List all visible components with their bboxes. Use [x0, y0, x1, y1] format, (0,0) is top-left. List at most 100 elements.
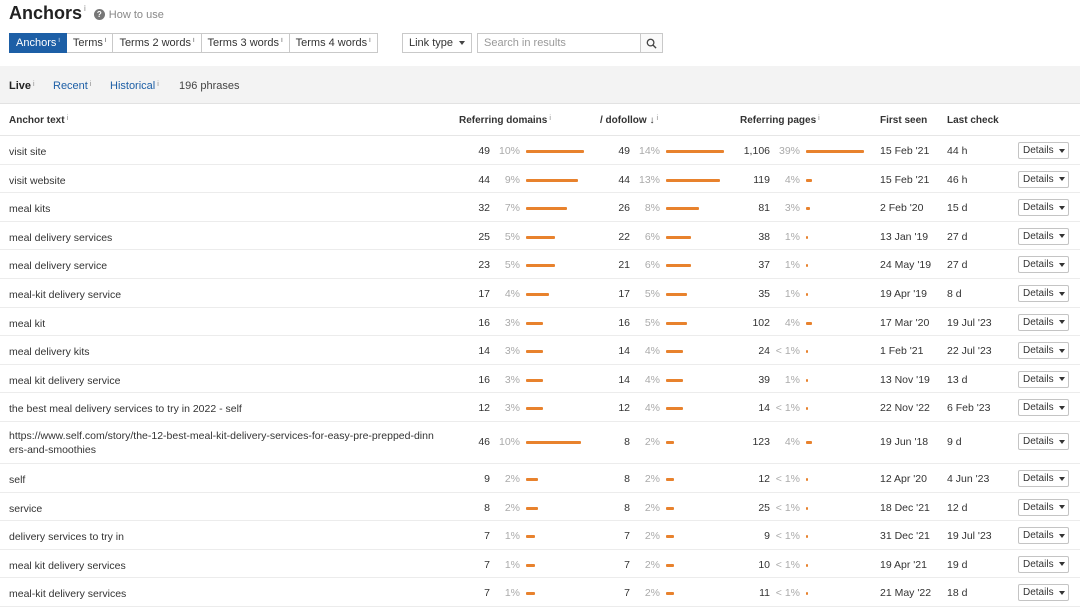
referring-domains-value[interactable]: 7	[430, 559, 490, 571]
anchor-text[interactable]: delivery services to try in	[9, 530, 449, 544]
details-dropdown[interactable]: Details	[1018, 555, 1069, 573]
last-check-value: 19 Jul '23	[947, 316, 992, 329]
dofollow-value[interactable]: 17	[570, 288, 630, 300]
referring-pages-value[interactable]: 35	[710, 288, 770, 300]
anchor-text[interactable]: meal-kit delivery service	[9, 288, 449, 302]
details-dropdown[interactable]: Details	[1018, 313, 1069, 331]
anchor-text[interactable]: service	[9, 502, 449, 516]
tab-terms[interactable]: Terms i	[66, 33, 114, 53]
dofollow-value[interactable]: 26	[570, 202, 630, 214]
details-dropdown[interactable]: Details	[1018, 256, 1069, 274]
tab-terms-2-words[interactable]: Terms 2 words i	[113, 33, 202, 53]
dofollow-value[interactable]: 8	[570, 473, 630, 485]
anchor-text[interactable]: meal delivery service	[9, 259, 449, 273]
referring-pages-value[interactable]: 123	[710, 436, 770, 448]
details-dropdown[interactable]: Details	[1018, 342, 1069, 360]
referring-pages-value[interactable]: 81	[710, 202, 770, 214]
details-dropdown[interactable]: Details	[1018, 527, 1069, 545]
subtab-historical[interactable]: Historical i	[110, 80, 159, 92]
referring-pages-value[interactable]: 11	[710, 587, 770, 599]
details-dropdown[interactable]: Details	[1018, 470, 1069, 487]
anchor-text[interactable]: meal-kit delivery services	[9, 587, 449, 601]
anchor-text[interactable]: the best meal delivery services to try i…	[9, 402, 449, 416]
dofollow-value[interactable]: 44	[570, 174, 630, 186]
dofollow-value[interactable]: 8	[570, 436, 630, 448]
dofollow-value[interactable]: 7	[570, 559, 630, 571]
referring-pages-value[interactable]: 39	[710, 374, 770, 386]
dofollow-value[interactable]: 12	[570, 402, 630, 414]
anchor-text[interactable]: meal kit delivery services	[9, 559, 449, 573]
dofollow-value[interactable]: 7	[570, 530, 630, 542]
subtab-live[interactable]: Live i	[9, 80, 35, 92]
referring-domains-value[interactable]: 17	[430, 288, 490, 300]
anchor-text[interactable]: visit website	[9, 174, 449, 188]
referring-domains-value[interactable]: 7	[430, 587, 490, 599]
referring-pages-value[interactable]: 1,106	[710, 145, 770, 157]
referring-pages-value[interactable]: 102	[710, 317, 770, 329]
details-dropdown[interactable]: Details	[1018, 370, 1069, 388]
referring-domains-value[interactable]: 25	[430, 231, 490, 243]
col-referring-pages[interactable]: Referring pages i	[740, 115, 820, 126]
tab-terms-4-words[interactable]: Terms 4 words i	[289, 33, 378, 53]
referring-domains-value[interactable]: 23	[430, 259, 490, 271]
link-type-dropdown[interactable]: Link type	[402, 33, 472, 53]
referring-pages-value[interactable]: 12	[710, 473, 770, 485]
col-last-check[interactable]: Last check	[947, 115, 999, 126]
referring-pages-value[interactable]: 37	[710, 259, 770, 271]
anchor-text[interactable]: visit site	[9, 145, 449, 159]
search-input[interactable]	[478, 34, 640, 52]
subtab-recent[interactable]: Recent i	[53, 80, 91, 92]
anchor-text[interactable]: meal kits	[9, 202, 449, 216]
referring-pages-value[interactable]: 9	[710, 530, 770, 542]
referring-domains-value[interactable]: 12	[430, 402, 490, 414]
referring-domains-value[interactable]: 14	[430, 345, 490, 357]
referring-pages-value[interactable]: 119	[710, 174, 770, 186]
referring-domains-value[interactable]: 46	[430, 436, 490, 448]
referring-domains-value[interactable]: 16	[430, 374, 490, 386]
anchor-text[interactable]: meal delivery services	[9, 231, 449, 245]
referring-domains-value[interactable]: 32	[430, 202, 490, 214]
referring-domains-value[interactable]: 7	[430, 530, 490, 542]
dofollow-value[interactable]: 16	[570, 317, 630, 329]
col-referring-domains[interactable]: Referring domains i	[459, 115, 551, 126]
referring-domains-value[interactable]: 16	[430, 317, 490, 329]
referring-pages-value[interactable]: 10	[710, 559, 770, 571]
referring-pages-value[interactable]: 38	[710, 231, 770, 243]
col-dofollow[interactable]: / dofollow ↓ i	[600, 115, 658, 126]
referring-domains-value[interactable]: 49	[430, 145, 490, 157]
details-dropdown[interactable]: Details	[1018, 399, 1069, 417]
details-dropdown[interactable]: Details	[1018, 170, 1069, 188]
referring-pages-value[interactable]: 14	[710, 402, 770, 414]
col-anchor-text[interactable]: Anchor text i	[9, 115, 68, 126]
details-dropdown[interactable]: Details	[1018, 227, 1069, 245]
dofollow-value[interactable]: 14	[570, 374, 630, 386]
referring-domains-value[interactable]: 9	[430, 473, 490, 485]
anchor-text[interactable]: meal kit	[9, 317, 449, 331]
how-to-use-link[interactable]: ? How to use	[93, 9, 164, 21]
info-icon[interactable]: i	[84, 4, 86, 13]
anchor-text[interactable]: meal delivery kits	[9, 345, 449, 359]
details-dropdown[interactable]: Details	[1018, 142, 1069, 159]
tab-terms-3-words[interactable]: Terms 3 words i	[201, 33, 290, 53]
referring-domains-value[interactable]: 44	[430, 174, 490, 186]
referring-pages-value[interactable]: 25	[710, 502, 770, 514]
anchor-text[interactable]: https://www.self.com/story/the-12-best-m…	[9, 429, 449, 457]
dofollow-value[interactable]: 8	[570, 502, 630, 514]
dofollow-value[interactable]: 7	[570, 587, 630, 599]
anchor-text[interactable]: meal kit delivery service	[9, 374, 449, 388]
details-dropdown[interactable]: Details	[1018, 199, 1069, 217]
details-dropdown[interactable]: Details	[1018, 584, 1069, 602]
referring-pages-value[interactable]: 24	[710, 345, 770, 357]
details-dropdown[interactable]: Details	[1018, 498, 1069, 516]
dofollow-value[interactable]: 21	[570, 259, 630, 271]
dofollow-value[interactable]: 49	[570, 145, 630, 157]
details-dropdown[interactable]: Details	[1018, 433, 1069, 450]
search-button[interactable]	[640, 34, 662, 52]
details-dropdown[interactable]: Details	[1018, 285, 1069, 302]
anchor-text[interactable]: self	[9, 473, 449, 487]
col-first-seen[interactable]: First seen	[880, 115, 927, 126]
dofollow-value[interactable]: 22	[570, 231, 630, 243]
dofollow-value[interactable]: 14	[570, 345, 630, 357]
tab-anchors[interactable]: Anchors i	[9, 33, 67, 53]
referring-domains-value[interactable]: 8	[430, 502, 490, 514]
